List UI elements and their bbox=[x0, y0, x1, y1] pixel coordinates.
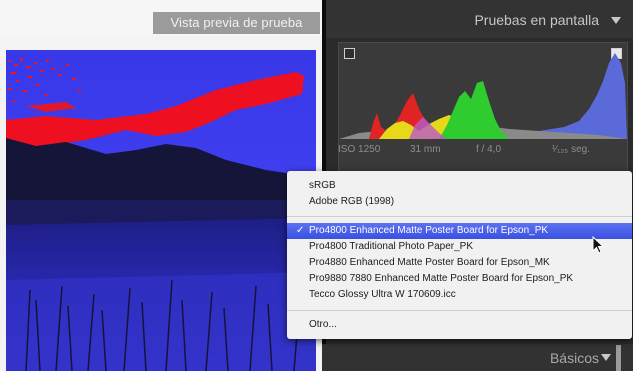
triangle-down-icon[interactable] bbox=[611, 17, 621, 24]
menu-item-pro4880-matte-mk[interactable]: Pro4880 Enhanced Matte Poster Board for … bbox=[287, 255, 632, 271]
menu-separator bbox=[287, 216, 632, 217]
menu-item-label: Pro9880 7880 Enhanced Matte Poster Board… bbox=[309, 273, 574, 284]
menu-item-pro4800-matte-pk[interactable]: ✓ Pro4800 Enhanced Matte Poster Board fo… bbox=[287, 223, 632, 239]
panel-title: Pruebas en pantalla bbox=[474, 12, 599, 28]
menu-item-adobe-rgb[interactable]: Adobe RGB (1998) bbox=[287, 194, 632, 210]
exif-info: ISO 1250 31 mm f / 4,0 ¹⁄₁₂₅ seg. bbox=[338, 144, 608, 160]
exif-iso: ISO 1250 bbox=[338, 144, 381, 155]
canvas-area: Vista previa de prueba bbox=[0, 0, 322, 371]
panel-scrollbar[interactable] bbox=[616, 345, 621, 371]
proof-preview-label: Vista previa de prueba bbox=[153, 12, 320, 34]
menu-item-label: Adobe RGB (1998) bbox=[309, 196, 395, 207]
soft-proofing-header[interactable]: Pruebas en pantalla bbox=[326, 0, 633, 38]
checkmark-icon: ✓ bbox=[296, 225, 305, 236]
menu-item-label: sRGB bbox=[309, 180, 336, 191]
exif-aperture: f / 4,0 bbox=[476, 144, 502, 155]
menu-item-label: Pro4800 Enhanced Matte Poster Board for … bbox=[309, 225, 549, 236]
menu-item-label: Pro4800 Traditional Photo Paper_PK bbox=[309, 241, 473, 252]
menu-separator bbox=[287, 310, 632, 311]
triangle-down-icon[interactable] bbox=[601, 354, 611, 361]
exif-shutter: ¹⁄₁₂₅ seg. bbox=[552, 144, 590, 155]
exif-focal: 31 mm bbox=[410, 144, 441, 155]
photo-image bbox=[6, 50, 316, 371]
menu-item-pro9880-7880[interactable]: Pro9880 7880 Enhanced Matte Poster Board… bbox=[287, 271, 632, 287]
menu-item-tecco-glossy[interactable]: Tecco Glossy Ultra W 170609.icc bbox=[287, 287, 632, 303]
menu-item-label: Otro... bbox=[309, 319, 337, 330]
menu-item-label: Pro4880 Enhanced Matte Poster Board for … bbox=[309, 257, 550, 268]
menu-item-label: Tecco Glossy Ultra W 170609.icc bbox=[309, 289, 456, 300]
menu-item-other[interactable]: Otro... bbox=[287, 317, 632, 333]
profile-dropdown-menu: sRGB Adobe RGB (1998) ✓ Pro4800 Enhanced… bbox=[287, 171, 632, 339]
basicos-title: Básicos bbox=[549, 350, 599, 366]
menu-item-srgb[interactable]: sRGB bbox=[287, 178, 632, 194]
basicos-header[interactable]: Básicos bbox=[322, 344, 633, 371]
photo-preview[interactable] bbox=[6, 50, 316, 371]
menu-item-pro4800-traditional[interactable]: Pro4800 Traditional Photo Paper_PK bbox=[287, 239, 632, 255]
mouse-pointer-icon bbox=[592, 236, 604, 254]
